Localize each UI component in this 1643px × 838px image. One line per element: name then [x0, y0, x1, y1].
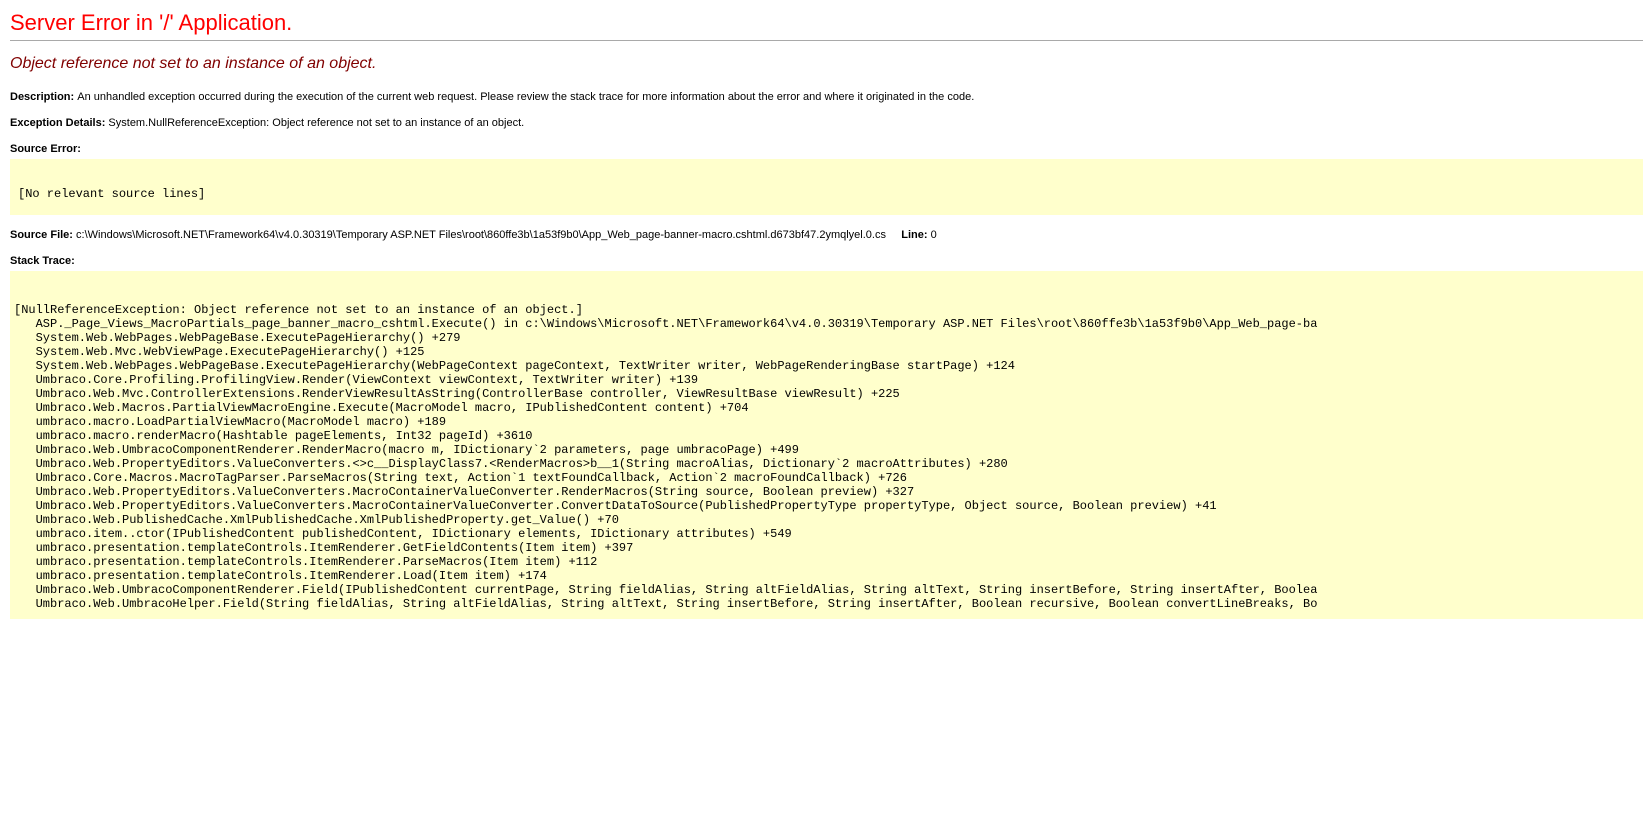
exception-text: System.NullReferenceException: Object re…: [108, 117, 524, 129]
source-error-label: Source Error:: [10, 143, 81, 155]
stack-trace-block: Stack Trace: [NullReferenceException: Ob…: [10, 255, 1643, 619]
stack-trace-code-box: [NullReferenceException: Object referenc…: [10, 271, 1643, 619]
stack-trace-label: Stack Trace:: [10, 255, 75, 267]
stack-trace-code: [NullReferenceException: Object referenc…: [14, 289, 1643, 611]
description-text: An unhandled exception occurred during t…: [77, 91, 974, 103]
error-subtitle: Object reference not set to an instance …: [10, 55, 1643, 73]
source-error-code-box: [No relevant source lines]: [10, 159, 1643, 215]
description-label: Description:: [10, 91, 77, 103]
source-file-label: Source File:: [10, 229, 76, 241]
source-file-text: c:\Windows\Microsoft.NET\Framework64\v4.…: [76, 229, 886, 241]
error-title: Server Error in '/' Application.: [10, 10, 1643, 36]
exception-block: Exception Details: System.NullReferenceE…: [10, 117, 1643, 129]
divider: [10, 40, 1643, 41]
source-file-block: Source File: c:\Windows\Microsoft.NET\Fr…: [10, 229, 1643, 241]
description-block: Description: An unhandled exception occu…: [10, 91, 1643, 103]
source-error-code: [No relevant source lines]: [18, 173, 1643, 201]
exception-label: Exception Details:: [10, 117, 108, 129]
line-text: 0: [931, 229, 937, 241]
source-error-block: Source Error: [No relevant source lines]: [10, 143, 1643, 215]
line-label: Line:: [901, 229, 930, 241]
